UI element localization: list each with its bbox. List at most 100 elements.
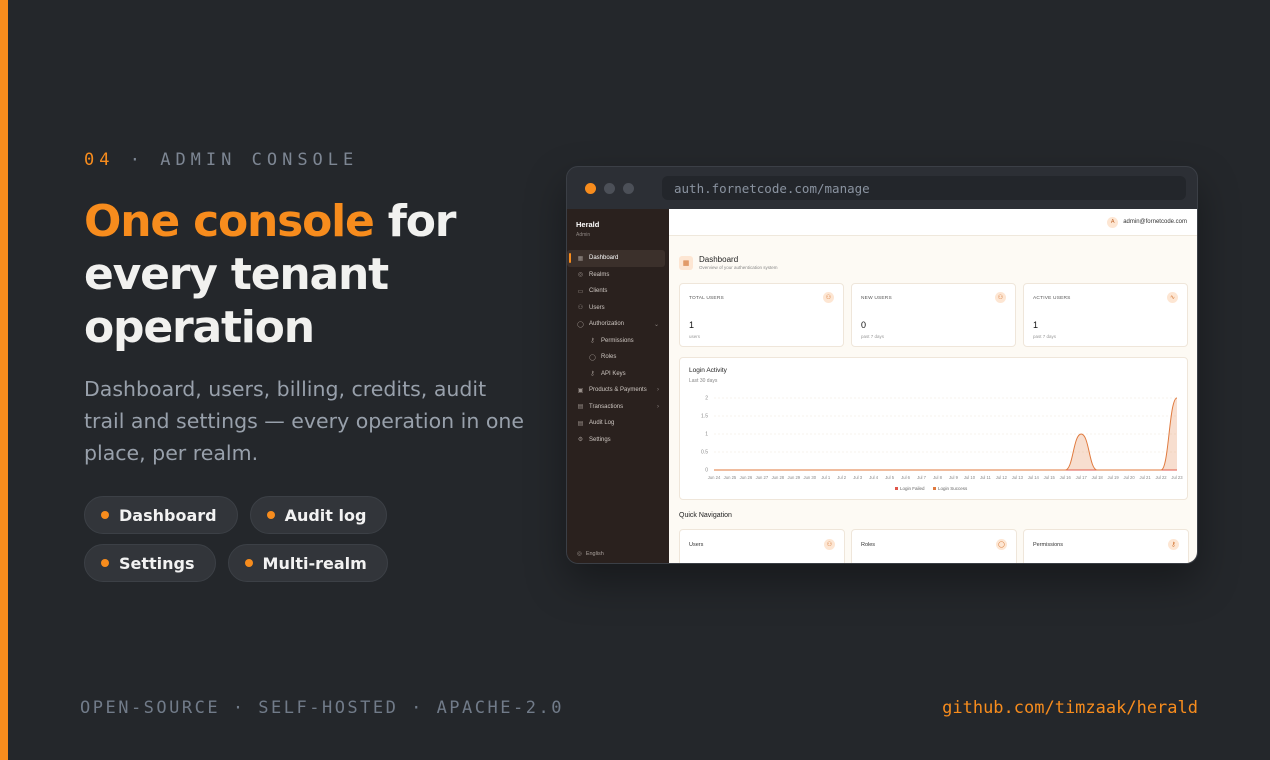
stat-value: 0 (861, 320, 867, 330)
x-tick-label: Jun 24 (708, 475, 721, 480)
activity-icon: ∿ (1167, 292, 1178, 303)
shield-icon: ◯ (996, 539, 1007, 550)
chip-label: Audit log (284, 505, 367, 525)
sidebar-item-label: Permissions (601, 337, 634, 344)
quick-nav-roles[interactable]: Roles ◯ (851, 529, 1017, 563)
chip-multi-realm: Multi-realm (227, 544, 388, 582)
stat-card-new-users: NEW USERS ⚇ 0 past 7 days (851, 283, 1016, 347)
headline-highlight: One console (84, 196, 375, 247)
sidebar-item-users[interactable]: ⚇ Users (567, 300, 665, 317)
browser-chrome: auth.fornetcode.com/manage (567, 167, 1197, 209)
minimize-dot-icon[interactable] (604, 182, 615, 194)
x-tick-label: Jul 6 (901, 475, 911, 480)
x-tick-label: Jul 18 (1092, 475, 1104, 480)
sidebar-brand: Herald Admin (567, 209, 669, 238)
sidebar-item-label: Realms (589, 271, 610, 278)
page-title: Dashboard (699, 255, 739, 264)
users-icon: ⚇ (823, 292, 834, 303)
shield-icon: ◯ (589, 354, 596, 361)
slide-lead: Dashboard, users, billing, credits, audi… (84, 377, 525, 465)
chevron-down-icon: ⌄ (653, 321, 659, 328)
sidebar-item-transactions[interactable]: ▤ Transactions › (567, 399, 665, 416)
slide-number: 04 (84, 150, 115, 170)
x-tick-label: Jul 20 (1124, 475, 1136, 480)
stat-card-active-users: ACTIVE USERS ∿ 1 past 7 days (1023, 283, 1188, 347)
accent-bar (0, 0, 8, 760)
stat-label: ACTIVE USERS (1033, 296, 1071, 301)
page-subtitle: Overview of your authentication system (699, 265, 778, 270)
sidebar-item-label: Transactions (589, 403, 624, 410)
sidebar-item-label: Clients (589, 288, 608, 295)
quick-nav-permissions[interactable]: Permissions ⚷ (1023, 529, 1189, 563)
chip-dot-icon (244, 559, 253, 567)
user-email[interactable]: admin@fornetcode.com (1123, 219, 1187, 225)
chip-settings: Settings (84, 544, 216, 582)
chip-dot-icon (266, 511, 275, 519)
avatar[interactable]: A (1107, 216, 1119, 228)
sidebar-item-label: Authorization (589, 321, 625, 328)
x-tick-label: Jul 21 (1139, 475, 1151, 480)
key-icon: ⚷ (590, 338, 595, 345)
sidebar-item-audit-log[interactable]: ▤ Audit Log (567, 415, 665, 432)
doc-icon: ▤ (577, 404, 584, 411)
sidebar-item-roles[interactable]: ◯ Roles (567, 349, 665, 366)
y-tick-label: 2 (705, 396, 708, 402)
x-tick-label: Jul 2 (837, 475, 847, 480)
stat-subtext: past 7 days (1033, 334, 1057, 339)
box-icon: ▣ (577, 387, 584, 394)
chip-dot-icon (101, 511, 109, 519)
sidebar-item-label: API Keys (601, 370, 626, 377)
sidebar-item-permissions[interactable]: ⚷ Permissions (567, 333, 665, 350)
quick-nav-users[interactable]: Users ⚇ (679, 529, 845, 563)
x-tick-label: Jul 12 (996, 475, 1008, 480)
x-tick-label: Jul 15 (1044, 475, 1056, 480)
grid-icon: ▦ (577, 255, 584, 262)
stat-subtext: users (689, 334, 701, 339)
page-header: ▦ Dashboard Overview of your authenticat… (679, 255, 778, 270)
maximize-dot-icon[interactable] (623, 182, 634, 194)
chevron-right-icon: › (657, 387, 659, 394)
footer-tagline: OPEN-SOURCE · SELF-HOSTED · APACHE-2.0 (80, 698, 564, 718)
sidebar-item-settings[interactable]: ⚙ Settings (567, 432, 665, 449)
sidebar-item-realms[interactable]: ◎ Realms (567, 267, 665, 284)
legend-swatch (933, 487, 936, 490)
language-selector[interactable]: ◎ English (577, 551, 604, 557)
sidebar-item-clients[interactable]: ▭ Clients (567, 283, 665, 300)
sidebar-item-dashboard[interactable]: ▦ Dashboard (567, 250, 665, 267)
x-tick-label: Jul 19 (1108, 475, 1120, 480)
stat-value: 1 (689, 320, 695, 330)
x-tick-label: Jul 14 (1028, 475, 1040, 480)
sidebar-item-authorization[interactable]: ◯ Authorization ⌄ (567, 316, 665, 333)
chip-label: Settings (119, 553, 195, 573)
x-tick-label: Jul 13 (1012, 475, 1024, 480)
x-tick-label: Jul 4 (869, 475, 879, 480)
user-plus-icon: ⚇ (995, 292, 1006, 303)
main-content: A admin@fornetcode.com ▦ Dashboard Overv… (669, 209, 1197, 563)
close-dot-icon[interactable] (585, 182, 596, 194)
chip-dot-icon (101, 559, 109, 567)
sidebar-item-label: Roles (601, 354, 617, 361)
quick-nav-label: Users (689, 542, 704, 548)
shield-icon: ◯ (577, 321, 584, 328)
key-icon: ⚷ (590, 371, 595, 378)
login-activity-card: Login Activity Last 30 days 0 0.5 1 1.5 2 Jun… (679, 357, 1188, 500)
users-icon: ⚇ (577, 305, 584, 312)
address-bar[interactable]: auth.fornetcode.com/manage (662, 176, 1186, 200)
footer-repo-link[interactable]: github.com/timzaak/herald (942, 698, 1198, 718)
quick-nav-label: Roles (861, 542, 876, 548)
chip-audit-log: Audit log (249, 496, 388, 534)
x-tick-label: Jul 7 (917, 475, 927, 480)
slide-eyebrow-label: ADMIN CONSOLE (160, 150, 359, 170)
sidebar-item-products-payments[interactable]: ▣ Products & Payments › (567, 382, 665, 399)
login-activity-chart: 00.511.52Jun 24 Jun 25 Jun 26 Jun 27 Jun 28 J… (701, 396, 1183, 491)
chevron-right-icon: › (657, 403, 659, 410)
legend-swatch (895, 487, 898, 490)
y-tick-label: 0.5 (701, 450, 708, 456)
sidebar-item-api-keys[interactable]: ⚷ API Keys (567, 366, 665, 383)
x-tick-label: Jul 17 (1076, 475, 1088, 480)
x-tick-label: Jul 22 (1155, 475, 1167, 480)
sidebar: Herald Admin ▦ Dashboard ◎ Realms ▭ Clients… (567, 209, 669, 563)
stat-label: NEW USERS (861, 296, 892, 301)
sidebar-item-label: Settings (589, 436, 611, 443)
quick-nav-title: Quick Navigation (679, 512, 732, 519)
